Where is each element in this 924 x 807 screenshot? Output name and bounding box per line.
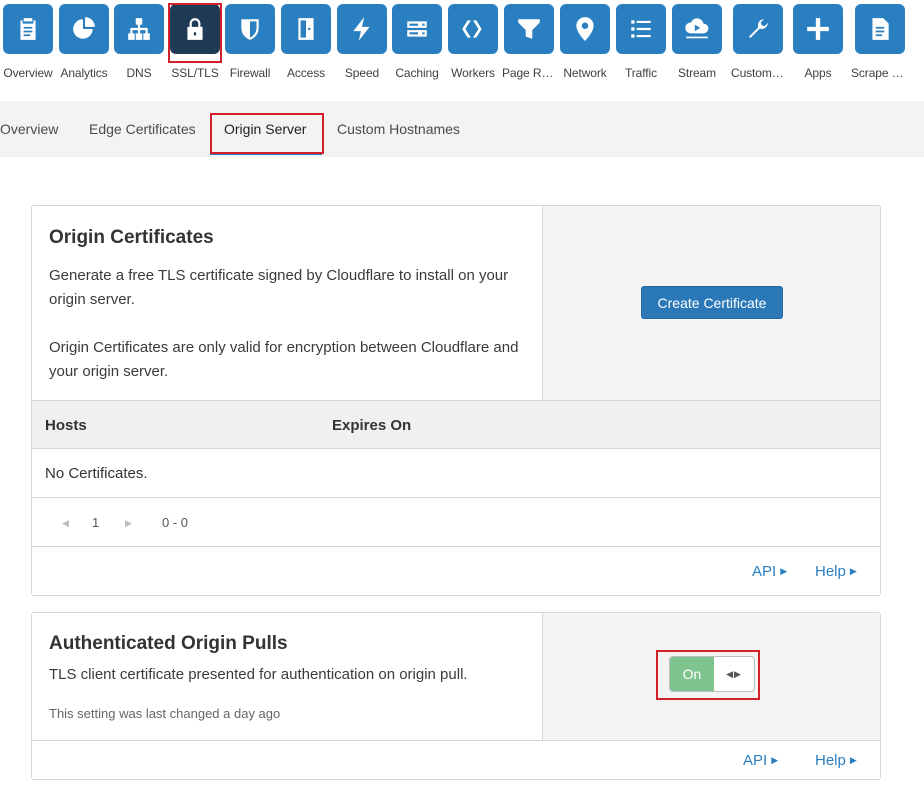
app-label: Scrape Shi...: [851, 66, 909, 80]
api-link-label: API: [743, 752, 768, 769]
last-changed-text: This setting was last changed a day ago: [49, 706, 281, 721]
app-page-rules[interactable]: Page Rules: [502, 4, 556, 80]
origin-certificates-desc: Generate a free TLS certificate signed b…: [49, 267, 509, 308]
help-link-label: Help: [815, 563, 846, 580]
app-workers[interactable]: Workers: [446, 4, 500, 80]
network-tree-icon: [128, 18, 150, 40]
caret-right-icon: ▶: [849, 755, 857, 765]
prev-page-icon[interactable]: ◀: [62, 518, 69, 529]
table-row: No Certificates.: [32, 449, 880, 498]
app-ssl-tls[interactable]: SSL/TLS: [168, 4, 222, 80]
tab-origin-server[interactable]: Origin Server: [224, 121, 306, 137]
cloud-play-icon: [685, 18, 709, 39]
origin-pulls-footer: API ▶ Help ▶: [32, 741, 880, 779]
app-label: Speed: [344, 66, 380, 80]
filter-icon: [518, 19, 540, 39]
app-traffic[interactable]: Traffic: [614, 4, 668, 80]
origin-certificates-title: Origin Certificates: [49, 227, 214, 248]
api-link[interactable]: API ▶: [752, 563, 787, 580]
app-custom-pages[interactable]: Custom Pa...: [731, 4, 785, 80]
origin-certificates-action-panel: Create Certificate: [542, 206, 880, 400]
app-firewall[interactable]: Firewall: [223, 4, 277, 80]
certificates-table-header: Hosts Expires On: [32, 400, 880, 449]
next-page-icon[interactable]: ▶: [125, 518, 132, 529]
tab-overview[interactable]: Overview: [0, 121, 58, 137]
document-icon: [872, 18, 889, 40]
app-icon-bar: Overview Analytics DNS SSL/TLS Firewall …: [0, 0, 924, 100]
app-scrape-shield[interactable]: Scrape Shi...: [851, 4, 909, 80]
origin-pulls-action-panel: On ◀▶: [542, 613, 880, 740]
app-overview[interactable]: Overview: [1, 4, 55, 80]
app-label: Stream: [677, 66, 717, 80]
caret-right-icon: ▶: [771, 755, 779, 765]
origin-certificates-card: Origin Certificates Generate a free TLS …: [31, 205, 881, 596]
toggle-handle-icon: ◀▶: [726, 668, 742, 679]
app-label: Firewall: [229, 66, 271, 80]
app-access[interactable]: Access: [279, 4, 333, 80]
lock-icon: [187, 18, 203, 40]
app-label: Access: [286, 66, 326, 80]
authenticated-origin-pulls-card: Authenticated Origin Pulls TLS client ce…: [31, 612, 881, 780]
origin-pulls-description: Authenticated Origin Pulls TLS client ce…: [32, 613, 542, 740]
lightning-icon: [353, 17, 370, 41]
app-label: Caching: [395, 66, 439, 80]
shield-icon: [241, 19, 259, 40]
page-number[interactable]: 1: [92, 515, 99, 530]
api-link-label: API: [752, 563, 777, 580]
plus-icon: [807, 18, 829, 40]
column-expires-on[interactable]: Expires On: [332, 417, 411, 434]
subtab-bar: Overview Edge Certificates Origin Server…: [0, 101, 924, 157]
app-speed[interactable]: Speed: [335, 4, 389, 80]
clipboard-icon: [20, 18, 36, 40]
wrench-icon: [749, 19, 768, 38]
app-label: SSL/TLS: [171, 66, 219, 80]
tab-edge-certificates[interactable]: Edge Certificates: [89, 121, 196, 137]
api-link[interactable]: API ▶: [743, 752, 778, 769]
app-label: Overview: [3, 66, 53, 80]
origin-certificates-note: Origin Certificates are only valid for e…: [49, 339, 519, 380]
app-label: Custom Pa...: [731, 66, 785, 80]
workers-icon: [462, 20, 482, 38]
app-label: Traffic: [625, 66, 657, 80]
app-label: DNS: [126, 66, 152, 80]
tab-custom-hostnames[interactable]: Custom Hostnames: [337, 121, 460, 137]
origin-pulls-toggle[interactable]: On ◀▶: [669, 656, 755, 692]
app-stream[interactable]: Stream: [670, 4, 724, 80]
page-range: 0 - 0: [162, 515, 189, 530]
help-link-label: Help: [815, 752, 846, 769]
caret-right-icon: ▶: [780, 566, 788, 576]
app-label: Workers: [451, 66, 495, 80]
active-tab-underline: [210, 152, 322, 155]
app-dns[interactable]: DNS: [112, 4, 166, 80]
app-apps[interactable]: Apps: [791, 4, 845, 80]
list-icon: [631, 20, 651, 38]
toggle-on-label: On: [670, 657, 714, 691]
location-pin-icon: [576, 17, 594, 41]
help-link[interactable]: Help ▶: [815, 563, 857, 580]
origin-certificates-footer: API ▶ Help ▶: [32, 548, 880, 596]
app-label: Page Rules: [502, 66, 556, 80]
app-network[interactable]: Network: [558, 4, 612, 80]
app-analytics[interactable]: Analytics: [57, 4, 111, 80]
empty-table-text: No Certificates.: [45, 465, 148, 482]
pie-chart-icon: [73, 17, 95, 39]
pagination: ◀ 1 ▶ 0 - 0: [32, 498, 880, 547]
server-icon: [407, 21, 427, 37]
origin-pulls-title: Authenticated Origin Pulls: [49, 633, 288, 654]
create-certificate-button[interactable]: Create Certificate: [641, 286, 783, 319]
origin-pulls-desc: TLS client certificate presented for aut…: [49, 666, 468, 683]
app-caching[interactable]: Caching: [390, 4, 444, 80]
app-label: Analytics: [60, 66, 108, 80]
caret-right-icon: ▶: [849, 566, 857, 576]
app-label: Apps: [804, 66, 832, 80]
app-label: Network: [563, 66, 607, 80]
origin-certificates-description: Origin Certificates Generate a free TLS …: [32, 206, 542, 400]
door-icon: [298, 18, 314, 40]
help-link[interactable]: Help ▶: [815, 752, 857, 769]
column-hosts[interactable]: Hosts: [45, 417, 87, 434]
